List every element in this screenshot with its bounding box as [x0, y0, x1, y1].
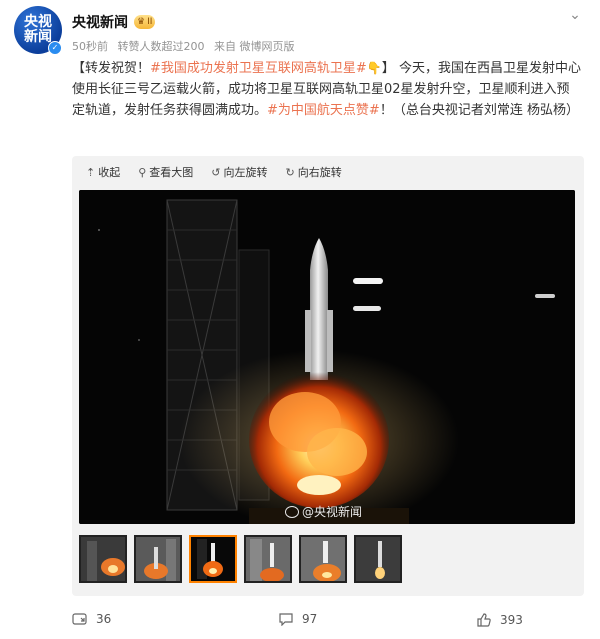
- thumbnail-image-2: [136, 537, 180, 581]
- topic-link-space[interactable]: #为中国航天点赞#: [267, 103, 380, 118]
- crown-icon: ♛: [137, 17, 146, 27]
- author-name[interactable]: 央视新闻: [72, 12, 128, 32]
- verified-icon: ✓: [48, 41, 62, 55]
- rocket-launch-photo[interactable]: @央视新闻: [79, 190, 575, 524]
- rotate-right-label: 向右旋转: [297, 166, 342, 179]
- rocket-launch-illustration: [79, 190, 575, 524]
- collapse-label: 收起: [98, 166, 121, 179]
- thumbnail[interactable]: [79, 535, 127, 583]
- magnifier-icon: ⚲: [138, 165, 147, 179]
- thumbnail-strip: [79, 535, 402, 583]
- member-badge[interactable]: ♛ II: [134, 15, 156, 29]
- media-viewer: ⇡ 收起 ⚲ 查看大图 ↺ 向左旋转 ↻ 向右旋转 @央视新闻: [72, 156, 584, 596]
- collapse-button[interactable]: ⇡ 收起: [86, 164, 120, 180]
- action-bar: 36 97 393: [72, 610, 584, 634]
- post-time[interactable]: 50秒前: [72, 40, 108, 53]
- view-large-label: 查看大图: [149, 166, 194, 179]
- comment-button[interactable]: 97: [278, 612, 317, 626]
- post-tail: ！（总台央视记者刘常连 杨弘杨）: [379, 103, 579, 118]
- like-button[interactable]: 393: [476, 612, 523, 628]
- watermark-text: @央视新闻: [302, 505, 363, 519]
- thumbnail[interactable]: [244, 535, 292, 583]
- media-toolbar: ⇡ 收起 ⚲ 查看大图 ↺ 向左旋转 ↻ 向右旋转: [86, 164, 342, 180]
- weibo-logo-icon: [285, 505, 299, 518]
- thumbnail-image-5: [301, 537, 345, 581]
- repost-count: 36: [96, 612, 112, 626]
- post-meta: 50秒前 转赞人数超过200 来自 微博网页版: [72, 38, 301, 54]
- author-row: 央视新闻 ♛ II: [72, 12, 156, 32]
- post-text: 【转发祝贺！#我国成功发射卫星互联网高轨卫星#👇】 今天，我国在西昌卫星发射中心…: [72, 58, 582, 121]
- topic-link-launch[interactable]: #我国成功发射卫星互联网高轨卫星#: [150, 61, 367, 76]
- like-icon: [477, 613, 491, 627]
- comment-count: 97: [302, 612, 318, 626]
- thumbnail[interactable]: [299, 535, 347, 583]
- repost-count-text: 转赞人数超过200: [117, 40, 205, 53]
- like-count: 393: [500, 613, 523, 627]
- thumbnail[interactable]: [134, 535, 182, 583]
- pointing-hand-icon: 👇: [366, 61, 382, 75]
- thumbnail-image-3: [191, 537, 235, 581]
- avatar-text-line1: 央视: [24, 14, 52, 30]
- thumbnail-image-4: [246, 537, 290, 581]
- thumbnail[interactable]: [354, 535, 402, 583]
- view-large-button[interactable]: ⚲ 查看大图: [138, 164, 193, 180]
- post-source: 来自 微博网页版: [214, 40, 295, 53]
- badge-level: II: [147, 17, 153, 27]
- thumbnail-image-6: [356, 537, 400, 581]
- close-bracket: 】: [381, 61, 395, 76]
- post-lead: 转发祝贺！: [85, 61, 151, 76]
- repost-button[interactable]: 36: [72, 612, 111, 626]
- open-bracket: 【: [72, 61, 86, 76]
- rotate-left-button[interactable]: ↺ 向左旋转: [211, 164, 267, 180]
- thumbnail-image-1: [81, 537, 125, 581]
- rotate-left-icon: ↺: [211, 165, 221, 179]
- more-icon[interactable]: ⌄: [566, 6, 584, 24]
- thumbnail-selected[interactable]: [189, 535, 237, 583]
- rotate-right-button[interactable]: ↻ 向右旋转: [286, 164, 342, 180]
- rotate-right-icon: ↻: [285, 165, 295, 179]
- image-watermark: @央视新闻: [285, 503, 362, 520]
- repost-icon: [72, 613, 87, 625]
- rotate-left-label: 向左旋转: [223, 166, 268, 179]
- collapse-icon: ⇡: [86, 165, 96, 179]
- comment-icon: [279, 613, 293, 626]
